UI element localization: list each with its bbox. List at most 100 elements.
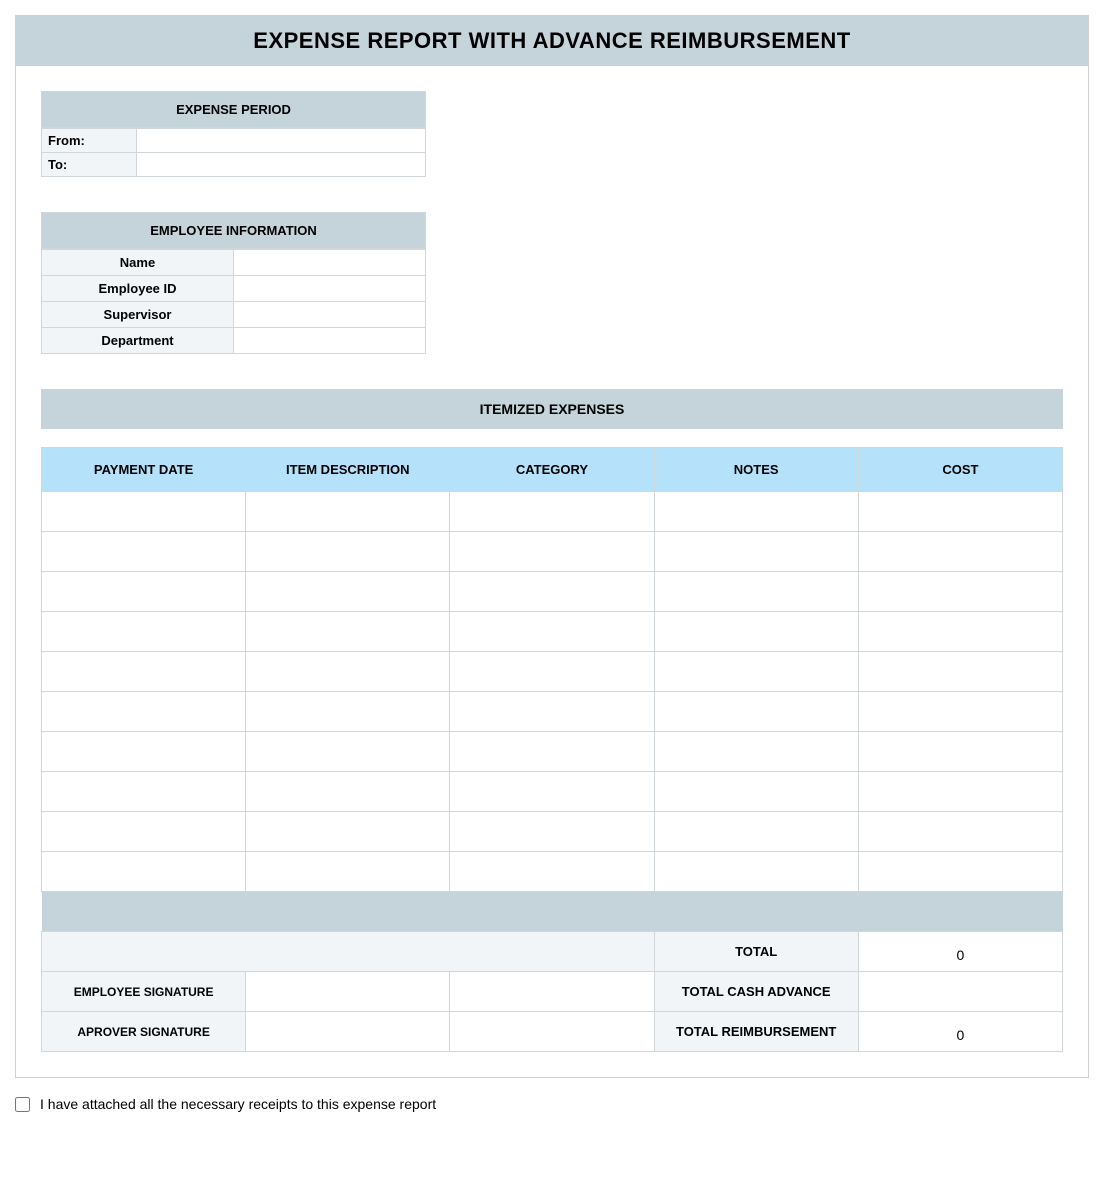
confirmation-row: I have attached all the necessary receip… [15,1096,1089,1112]
form-body: EXPENSE PERIOD From: To: EMPLOYEE INFORM… [16,66,1088,1077]
period-from-value[interactable] [137,129,426,153]
emp-name-value[interactable] [234,250,426,276]
cell-desc[interactable] [246,812,450,852]
cell-date[interactable] [42,852,246,892]
period-to-value[interactable] [137,153,426,177]
expense-row [42,572,1063,612]
expense-header-row: PAYMENT DATE ITEM DESCRIPTION CATEGORY N… [42,448,1063,492]
cell-category[interactable] [450,812,654,852]
expense-row [42,612,1063,652]
reimbursement-row: APROVER SIGNATURE TOTAL REIMBURSEMENT 0 [42,1012,1063,1052]
cell-desc[interactable] [246,572,450,612]
cell-category[interactable] [450,532,654,572]
cell-notes[interactable] [654,732,858,772]
expense-period-table: From: To: [41,128,426,177]
expense-row [42,812,1063,852]
cell-cost[interactable] [858,492,1062,532]
cell-desc[interactable] [246,692,450,732]
total-value: 0 [858,932,1062,972]
cell-date[interactable] [42,612,246,652]
expense-row [42,852,1063,892]
cell-desc[interactable] [246,532,450,572]
cell-date[interactable] [42,812,246,852]
cell-cost[interactable] [858,652,1062,692]
col-payment-date: PAYMENT DATE [42,448,246,492]
expense-period-header: EXPENSE PERIOD [41,91,426,128]
total-row: TOTAL 0 [42,932,1063,972]
expense-row [42,692,1063,732]
expense-row [42,772,1063,812]
cell-notes[interactable] [654,692,858,732]
cell-date[interactable] [42,492,246,532]
period-from-row: From: [42,129,426,153]
col-notes: NOTES [654,448,858,492]
itemized-expenses-table: PAYMENT DATE ITEM DESCRIPTION CATEGORY N… [41,447,1063,1052]
cell-category[interactable] [450,692,654,732]
cell-notes[interactable] [654,852,858,892]
cell-category[interactable] [450,772,654,812]
cell-notes[interactable] [654,772,858,812]
approver-signature-label: APROVER SIGNATURE [42,1012,246,1052]
emp-department-value[interactable] [234,328,426,354]
period-to-row: To: [42,153,426,177]
total-label: TOTAL [654,932,858,972]
cell-notes[interactable] [654,492,858,532]
cell-notes[interactable] [654,812,858,852]
cell-notes[interactable] [654,532,858,572]
cell-date[interactable] [42,532,246,572]
expense-report-form: EXPENSE REPORT WITH ADVANCE REIMBURSEMEN… [15,15,1089,1078]
cell-notes[interactable] [654,652,858,692]
cell-desc[interactable] [246,852,450,892]
cell-date[interactable] [42,732,246,772]
cell-notes[interactable] [654,572,858,612]
cell-category[interactable] [450,652,654,692]
emp-supervisor-value[interactable] [234,302,426,328]
cell-category[interactable] [450,852,654,892]
employee-info-section: EMPLOYEE INFORMATION Name Employee ID Su… [41,212,426,354]
cell-desc[interactable] [246,732,450,772]
employee-signature-value[interactable] [246,972,450,1012]
cell-cost[interactable] [858,692,1062,732]
cell-cost[interactable] [858,772,1062,812]
period-from-label: From: [42,129,137,153]
advance-value[interactable] [858,972,1062,1012]
receipts-attached-checkbox[interactable] [15,1097,30,1112]
expense-row [42,492,1063,532]
expense-period-section: EXPENSE PERIOD From: To: [41,91,426,177]
cell-desc[interactable] [246,772,450,812]
emp-id-label: Employee ID [42,276,234,302]
emp-row-id: Employee ID [42,276,426,302]
period-to-label: To: [42,153,137,177]
cell-cost[interactable] [858,572,1062,612]
approver-signature-value[interactable] [246,1012,450,1052]
emp-row-name: Name [42,250,426,276]
cell-category[interactable] [450,572,654,612]
cell-cost[interactable] [858,732,1062,772]
employee-info-header: EMPLOYEE INFORMATION [41,212,426,249]
cell-date[interactable] [42,772,246,812]
cell-notes[interactable] [654,612,858,652]
cell-category[interactable] [450,492,654,532]
spacer-row [42,892,1063,932]
cell-desc[interactable] [246,652,450,692]
cell-date[interactable] [42,572,246,612]
cell-cost[interactable] [858,852,1062,892]
cell-category[interactable] [450,732,654,772]
cell-date[interactable] [42,692,246,732]
cell-cost[interactable] [858,612,1062,652]
cell-desc[interactable] [246,492,450,532]
col-item-description: ITEM DESCRIPTION [246,448,450,492]
cell-desc[interactable] [246,612,450,652]
cell-cost[interactable] [858,812,1062,852]
advance-label: TOTAL CASH ADVANCE [654,972,858,1012]
emp-id-value[interactable] [234,276,426,302]
approver-signature-extra[interactable] [450,1012,654,1052]
cell-category[interactable] [450,612,654,652]
receipts-attached-label: I have attached all the necessary receip… [40,1096,436,1112]
emp-department-label: Department [42,328,234,354]
advance-row: EMPLOYEE SIGNATURE TOTAL CASH ADVANCE [42,972,1063,1012]
cell-cost[interactable] [858,532,1062,572]
employee-signature-extra[interactable] [450,972,654,1012]
cell-date[interactable] [42,652,246,692]
emp-row-supervisor: Supervisor [42,302,426,328]
